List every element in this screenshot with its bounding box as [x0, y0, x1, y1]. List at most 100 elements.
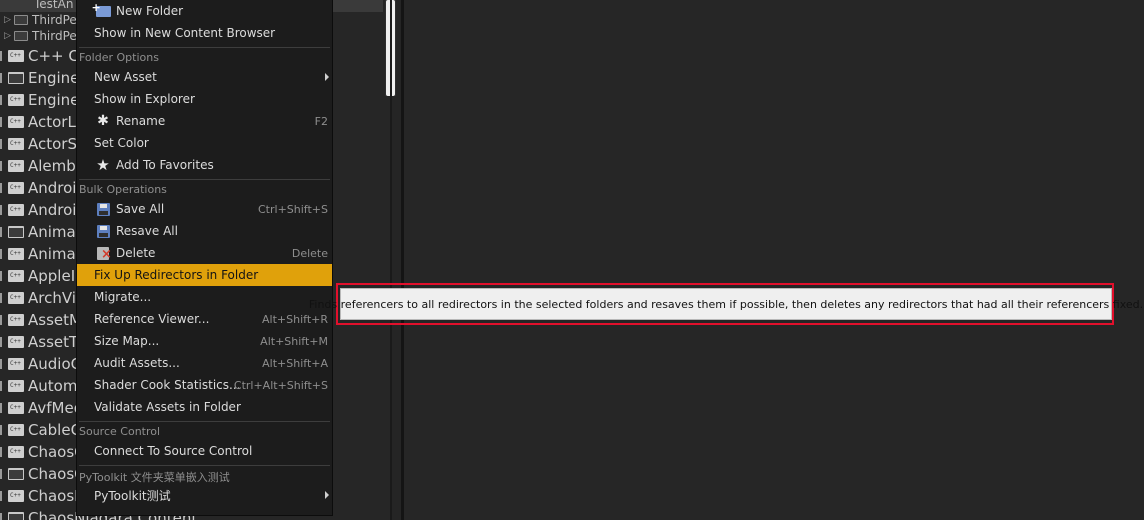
tree-item-label: CableC [28, 421, 82, 439]
menu-item-add-to-favorites[interactable]: ★ Add To Favorites [77, 154, 332, 176]
expand-arrow-icon[interactable] [0, 139, 6, 149]
menu-item-label: Add To Favorites [116, 158, 214, 172]
expand-arrow-icon[interactable] [0, 183, 6, 193]
tree-item-label: Animat [28, 245, 82, 263]
menu-item-pytoolkit[interactable]: PyToolkit测试 [77, 484, 332, 506]
menu-item-shortcut: Alt+Shift+R [262, 312, 328, 326]
menu-item-label: Reference Viewer... [94, 312, 210, 326]
menu-item-label: Fix Up Redirectors in Folder [94, 268, 259, 282]
expand-arrow-icon[interactable] [0, 403, 6, 413]
tree-folder-item[interactable]: Animat [0, 243, 82, 265]
star-icon: ★ [96, 155, 110, 174]
expand-arrow-icon[interactable] [0, 469, 6, 479]
menu-item-label: Resave All [116, 224, 178, 238]
expand-arrow-icon[interactable] [0, 381, 6, 391]
tree-folder-item[interactable]: Automa [0, 375, 87, 397]
menu-item-label: Show in Explorer [94, 92, 195, 106]
expand-arrow-icon[interactable] [0, 227, 6, 237]
tree-folder-item[interactable]: Animat [0, 221, 82, 243]
menu-item-rename[interactable]: ✱ Rename F2 [77, 110, 332, 132]
expand-arrow-icon[interactable] [0, 491, 6, 501]
tree-folder-item[interactable]: Alembic [0, 155, 88, 177]
tree-folder-item[interactable]: AssetM [0, 309, 82, 331]
tree-folder-item[interactable]: AssetTa [0, 331, 85, 353]
tree-sub-item[interactable]: ▷ ThirdPe [4, 28, 77, 44]
tree-folder-item[interactable]: AudioC [0, 353, 81, 375]
tree-item-label: Engine [28, 69, 80, 87]
menu-item-audit-assets[interactable]: Audit Assets... Alt+Shift+A [77, 352, 332, 374]
cpp-folder-icon [8, 424, 24, 436]
menu-item-reference-viewer[interactable]: Reference Viewer... Alt+Shift+R [77, 308, 332, 330]
tree-item-label: Engine [28, 91, 80, 109]
tree-folder-item[interactable]: ChaosC [0, 441, 85, 463]
menu-item-show-in-new-content-browser[interactable]: Show in New Content Browser [77, 22, 332, 44]
expand-arrow-icon[interactable] [0, 73, 6, 83]
tree-folder-item[interactable]: Androic [0, 199, 85, 221]
menu-item-migrate[interactable]: Migrate... [77, 286, 332, 308]
tooltip-text: Finds referencers to all redirectors in … [308, 297, 1144, 311]
expand-arrow-icon[interactable] [0, 95, 6, 105]
tree-item-label: AvfMed [28, 399, 84, 417]
menu-item-shader-cook-statistics[interactable]: Shader Cook Statistics... Ctrl+Alt+Shift+… [77, 374, 332, 396]
menu-item-shortcut: Delete [291, 246, 328, 260]
expand-arrow-icon[interactable]: ▷ [4, 15, 14, 25]
expand-arrow-icon[interactable] [0, 447, 6, 457]
menu-item-new-folder[interactable]: New Folder [77, 0, 332, 22]
cpp-folder-icon [8, 336, 24, 348]
menu-item-shortcut: F2 [314, 114, 328, 128]
folder-icon [8, 226, 24, 238]
delete-icon [95, 245, 112, 261]
tree-folder-item[interactable]: AvfMed [0, 397, 83, 419]
expand-arrow-icon[interactable] [0, 337, 6, 347]
folder-icon [8, 468, 24, 480]
menu-separator [79, 465, 330, 466]
cpp-folder-icon [8, 50, 24, 62]
expand-arrow-icon[interactable] [0, 513, 6, 520]
menu-item-size-map[interactable]: Size Map... Alt+Shift+M [77, 330, 332, 352]
menu-item-new-asset[interactable]: New Asset [77, 66, 332, 88]
expand-arrow-icon[interactable] [0, 51, 6, 61]
menu-item-label: Save All [116, 202, 165, 216]
tree-folder-item[interactable]: ActorLa [0, 111, 85, 133]
expand-arrow-icon[interactable] [0, 293, 6, 303]
menu-item-fix-up-redirectors-in-folder[interactable]: Fix Up Redirectors in Folder [77, 264, 332, 286]
expand-arrow-icon[interactable] [0, 271, 6, 281]
folder-context-menu: New Folder Show in New Content Browser Fol… [76, 0, 333, 516]
tree-folder-item[interactable]: ChaosE [0, 485, 84, 507]
expand-arrow-icon[interactable] [0, 205, 6, 215]
tree-folder-item[interactable]: ChaosC [0, 463, 85, 485]
expand-arrow-icon[interactable] [0, 249, 6, 259]
expand-arrow-icon[interactable] [0, 161, 6, 171]
menu-item-shortcut: Alt+Shift+M [260, 334, 328, 348]
menu-item-connect-to-source-control[interactable]: Connect To Source Control [77, 440, 332, 462]
expand-arrow-icon[interactable] [0, 425, 6, 435]
tree-folder-item[interactable]: Androic [0, 177, 85, 199]
tree-folder-item[interactable]: ActorSe [0, 133, 86, 155]
menu-item-resave-all[interactable]: Resave All [77, 220, 332, 242]
menu-item-shortcut: Alt+Shift+A [262, 356, 328, 370]
menu-item-delete[interactable]: Delete Delete [77, 242, 332, 264]
tree-sub-item[interactable]: ▷ ThirdPe [4, 12, 77, 28]
tree-folder-item[interactable]: CableC [0, 419, 81, 441]
expand-arrow-icon[interactable] [0, 315, 6, 325]
menu-item-save-all[interactable]: Save All Ctrl+Shift+S [77, 198, 332, 220]
save-icon [95, 223, 111, 239]
expand-arrow-icon[interactable] [0, 359, 6, 369]
expand-arrow-icon[interactable]: ▷ [4, 31, 14, 41]
cpp-folder-icon [8, 446, 24, 458]
asset-view-area[interactable] [404, 0, 1144, 520]
menu-item-tooltip: Finds referencers to all redirectors in … [309, 288, 1143, 320]
menu-item-label: Delete [116, 246, 156, 260]
menu-item-show-in-explorer[interactable]: Show in Explorer [77, 88, 332, 110]
tree-folder-item[interactable]: AppleIr [0, 265, 81, 287]
cpp-folder-icon [8, 402, 24, 414]
tree-folder-item[interactable]: Engine [0, 67, 79, 89]
folder-icon [14, 31, 28, 41]
expand-arrow-icon[interactable] [0, 117, 6, 127]
menu-item-set-color[interactable]: Set Color [77, 132, 332, 154]
menu-item-validate-assets-in-folder[interactable]: Validate Assets in Folder [77, 396, 332, 418]
tree-folder-item[interactable]: Engine [0, 89, 79, 111]
tree-folder-item[interactable]: ArchVis [0, 287, 84, 309]
menu-item-label: Show in New Content Browser [94, 26, 276, 40]
folder-icon [14, 15, 28, 25]
